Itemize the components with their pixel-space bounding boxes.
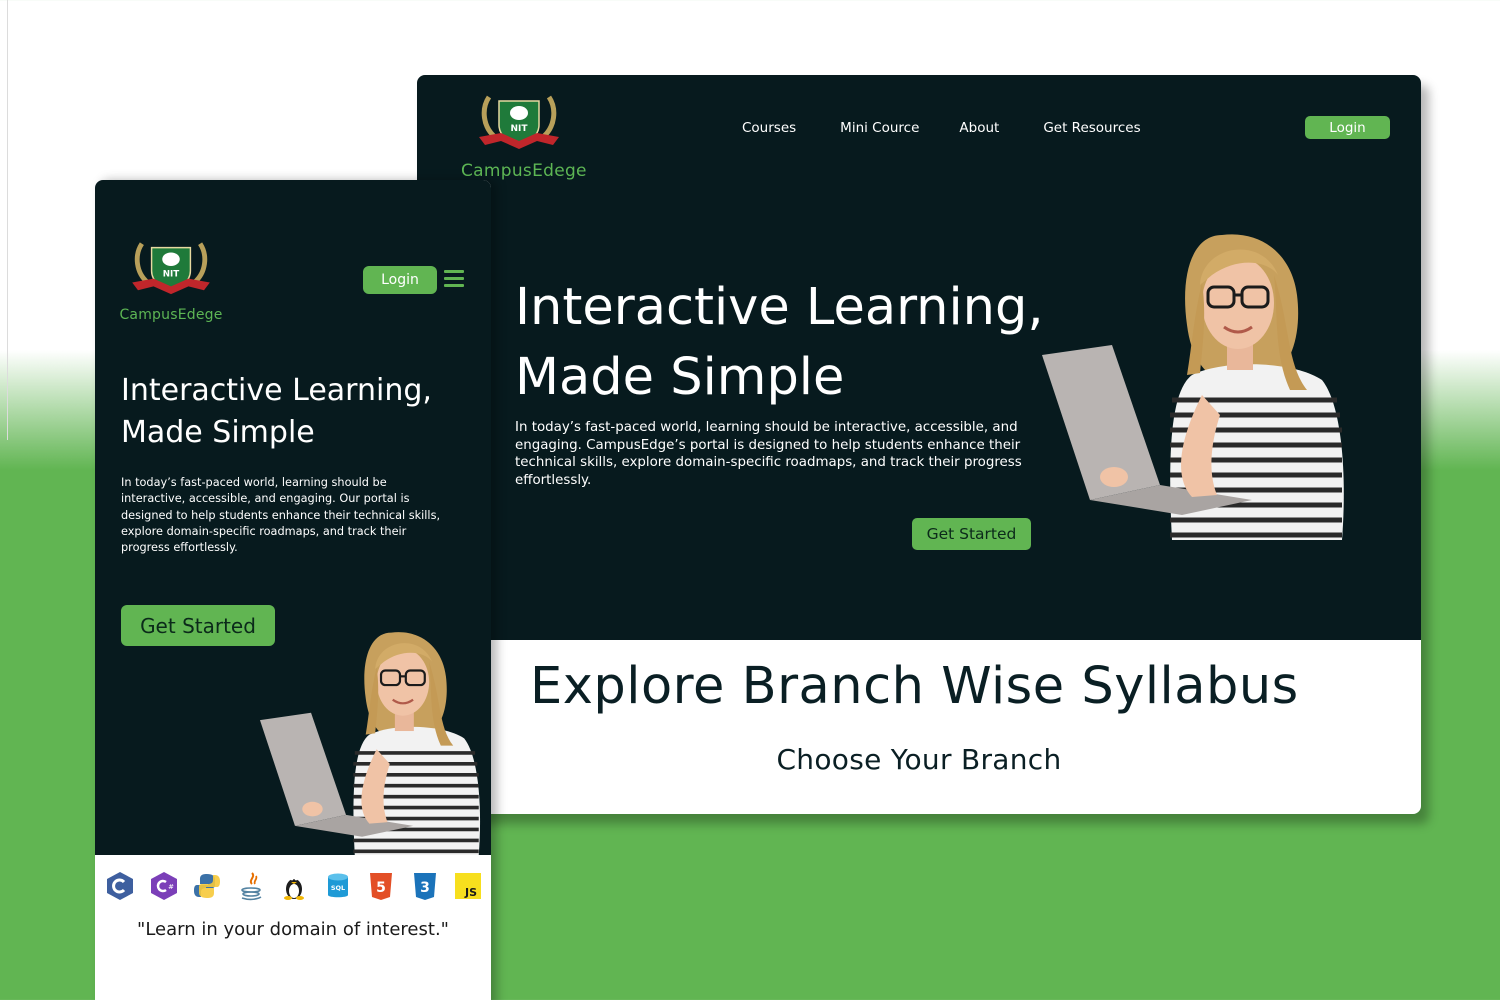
mobile-login-button[interactable]: Login [363,266,437,294]
brand-name: CampusEdege [461,161,587,181]
svg-text:NIT: NIT [163,270,180,280]
hero-title-line2: Made Simple [515,348,845,407]
nav-mini-course[interactable]: Mini Cource [840,120,919,136]
mobile-logo[interactable]: NIT CampusEdege [119,234,223,323]
mobile-mockup: NIT CampusEdege Login Interactive Learni… [95,180,491,1000]
linux-icon [277,869,311,903]
csharp-icon: # [147,869,181,903]
student-with-laptop-image [1042,234,1344,540]
html5-icon: 5 [364,869,398,903]
html-label: 5 [376,880,386,896]
college-emblem-icon: NIT [479,95,559,149]
hero-description: In today’s fast-paced world, learning sh… [515,420,1022,488]
student-with-laptop-image [259,632,481,855]
sql-label: SQL [330,884,344,892]
syllabus-section-title: Explore Branch Wise Syllabus [530,657,1299,716]
java-icon [234,869,268,903]
nav-about[interactable]: About [959,120,999,136]
c-icon [103,869,137,903]
login-button[interactable]: Login [1305,116,1390,139]
svg-text:#: # [168,883,174,891]
svg-text:NIT: NIT [510,124,528,134]
get-started-button[interactable]: Get Started [912,518,1031,550]
page-divider [7,0,8,440]
mobile-hero-title-line2: Made Simple [121,415,315,450]
brand-name: CampusEdege [119,307,223,323]
hero-title-line1: Interactive Learning, [515,278,1044,337]
desktop-logo[interactable]: NIT CampusEdege [461,87,587,181]
javascript-icon: JS [451,869,485,903]
mobile-hero-title-line1: Interactive Learning, [121,373,432,408]
python-icon [190,869,224,903]
mobile-get-started-button[interactable]: Get Started [121,605,275,646]
css-label: 3 [420,880,430,896]
sql-icon: SQL [321,869,355,903]
domain-quote: "Learn in your domain of interest." [137,919,449,940]
main-nav: Courses Mini Cource About Get Resources [742,120,1185,136]
mobile-hero-description: In today’s fast-paced world, learning sh… [121,476,441,555]
desktop-mockup: NIT CampusEdege Courses Mini Cource Abou… [417,75,1421,814]
choose-branch-heading: Choose Your Branch [776,743,1062,776]
college-emblem-icon: NIT [132,242,210,295]
hero-title: Interactive Learning, Made Simple [515,273,1075,413]
hamburger-menu-icon[interactable] [444,270,464,288]
mobile-hero-title: Interactive Learning, Made Simple [121,370,461,454]
js-label: JS [464,886,477,899]
desktop-hero: NIT CampusEdege Courses Mini Cource Abou… [417,75,1421,640]
tech-icons-row: # SQL 5 3 JS [103,869,485,903]
mobile-hero: NIT CampusEdege Login Interactive Learni… [95,180,491,855]
nav-courses[interactable]: Courses [742,120,796,136]
nav-get-resources[interactable]: Get Resources [1043,120,1140,136]
css3-icon: 3 [408,869,442,903]
